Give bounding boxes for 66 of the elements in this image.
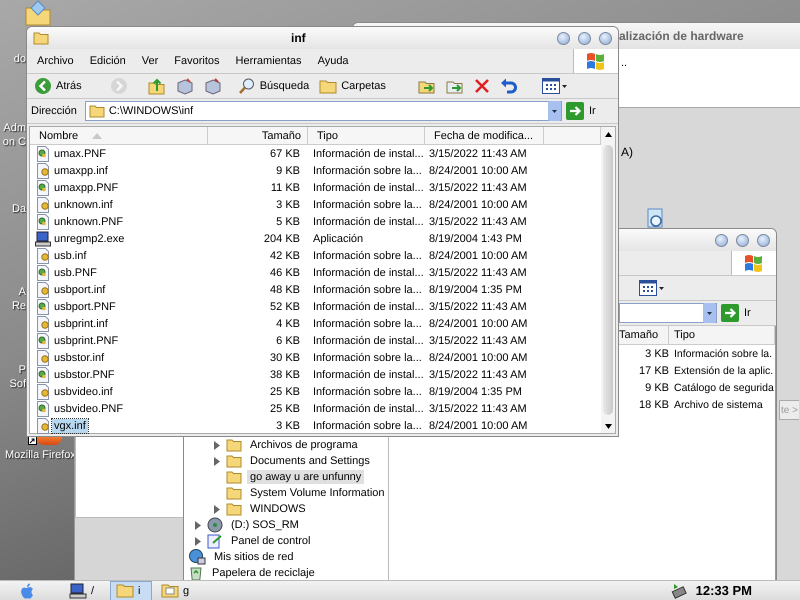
table-cell-text: Información de instal... (312, 266, 425, 278)
body-text: A) (621, 145, 633, 159)
address-label: Dirección (31, 105, 77, 117)
table-cell-text: 8/24/2001 10:00 AM (428, 318, 528, 330)
table-cell-text: 3/15/2022 11:43 AM (428, 402, 528, 414)
table-cell-text: 8/24/2001 10:00 AM (428, 420, 528, 432)
table-cell-text: Información sobre la. (673, 348, 774, 360)
table-cell-text: 5 KB (275, 216, 301, 228)
table-cell-text: 8/24/2001 10:00 AM (428, 198, 528, 210)
table-cell-text: 3/15/2022 11:43 AM (428, 182, 528, 194)
table-cell-text: Información sobre la... (312, 420, 423, 432)
table-cell-text: Información de instal... (312, 300, 425, 312)
table-cell-text: 9 KB (275, 164, 301, 176)
table-cell-text: 9 KB (644, 382, 669, 394)
table-cell-text: 18 KB (638, 398, 669, 410)
table-cell-text: 4 KB (275, 318, 301, 330)
table-cell-text: 3/15/2022 11:43 AM (428, 334, 528, 346)
table-cell-text: 11 KB (270, 182, 301, 194)
table-cell-text: Información sobre la... (312, 250, 423, 262)
address-value: C:\WINDOWS\inf (108, 105, 194, 117)
table-cell-text: 46 KB (269, 266, 301, 278)
table-cell-text: Catálogo de segurida (673, 382, 775, 394)
table-cell-text: 52 KB (269, 300, 301, 312)
clock: 12:33 PM (696, 583, 752, 598)
table-cell-text: 30 KB (269, 352, 301, 364)
window-title: alización de hardware (619, 29, 744, 43)
table-cell-text: Información sobre la... (312, 318, 423, 330)
table-cell-text: 17 KB (638, 364, 669, 376)
table-cell-text: Archivo de sistema (673, 398, 764, 410)
table-cell-text: 3/15/2022 11:43 AM (428, 148, 528, 160)
table-cell-text: 3/15/2022 11:43 AM (428, 216, 528, 228)
table-cell-text: 25 KB (269, 402, 301, 414)
table-cell-text: 8/19/2004 1:35 PM (428, 284, 523, 296)
table-cell-text: 8/19/2004 1:35 PM (428, 386, 523, 398)
table-cell-text: Información sobre la... (312, 164, 423, 176)
table-cell-text: 67 KB (269, 148, 301, 160)
table-cell-text: Información de instal... (312, 182, 425, 194)
table-cell-text: 8/24/2001 10:00 AM (428, 250, 528, 262)
table-cell-text: 8/19/2004 1:43 PM (428, 232, 523, 244)
table-cell-text: 25 KB (269, 386, 301, 398)
table-cell-text: 42 KB (269, 250, 301, 262)
table-cell-text: Información sobre la... (312, 386, 423, 398)
table-cell-text: 3/15/2022 11:43 AM (428, 368, 528, 380)
window-title: inf (291, 31, 306, 45)
table-cell-text: Información de instal... (312, 334, 425, 346)
table-cell-text: 48 KB (269, 284, 301, 296)
table-cell-text: 8/24/2001 10:00 AM (428, 352, 528, 364)
table-cell-text: Información de instal... (312, 368, 425, 380)
table-cell-text: 3/15/2022 11:43 AM (428, 266, 528, 278)
table-cell-text: 3 KB (275, 198, 301, 210)
table-cell-text: Aplicación (312, 232, 364, 244)
table-cell-text: 3 KB (644, 348, 669, 360)
table-cell-text: Información de instal... (312, 148, 425, 160)
header-text: .. (621, 57, 628, 69)
table-cell-text: Información sobre la... (312, 352, 423, 364)
table-cell-text: 204 KB (262, 232, 301, 244)
table-cell-text: 8/24/2001 10:00 AM (428, 164, 528, 176)
table-cell-text: 3 KB (275, 420, 301, 432)
table-cell-text: Información sobre la... (312, 198, 423, 210)
table-cell-text: Información de instal... (312, 216, 425, 228)
table-cell-text: 3/15/2022 11:43 AM (428, 300, 528, 312)
table-cell-text: 6 KB (275, 334, 301, 346)
table-cell-text: Información sobre la... (312, 284, 423, 296)
table-cell-text: Información de instal... (312, 402, 425, 414)
table-cell-text: Extensión de la aplic. (673, 364, 774, 376)
table-cell-text: 38 KB (269, 368, 301, 380)
